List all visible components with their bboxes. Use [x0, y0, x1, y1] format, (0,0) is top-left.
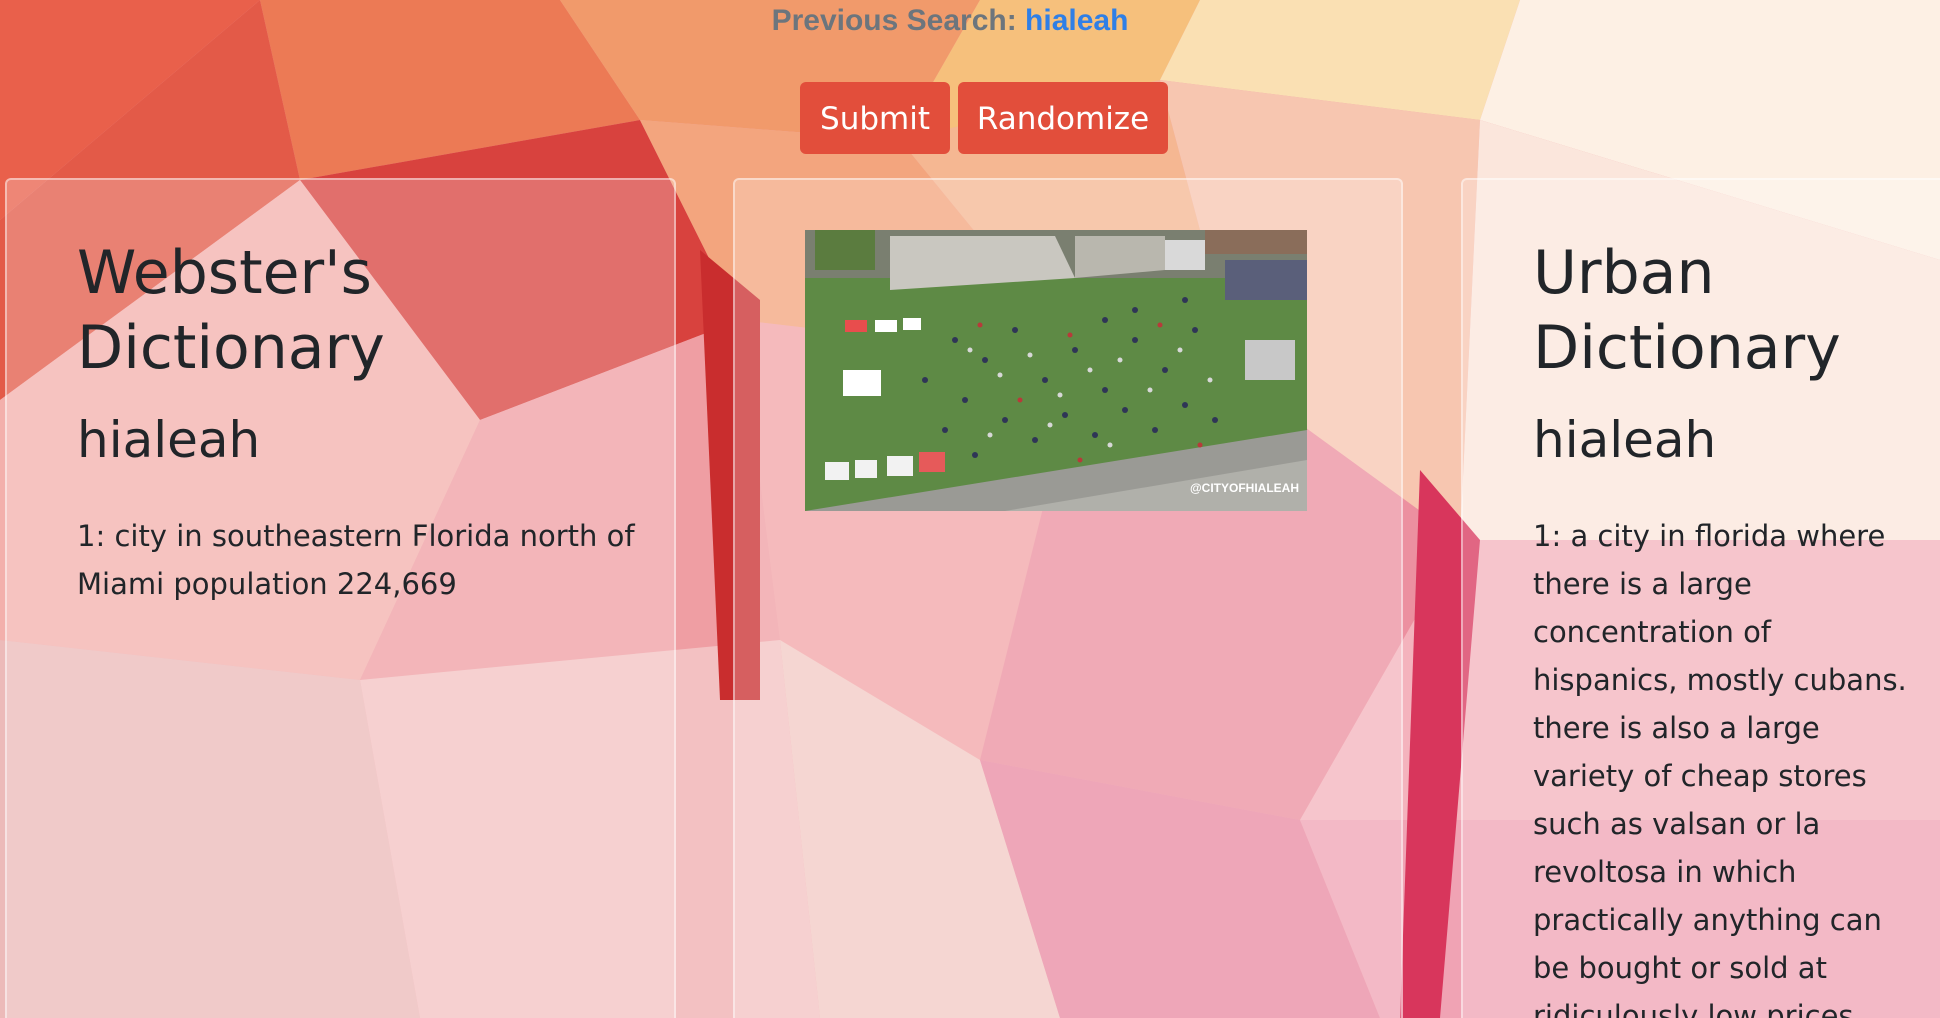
- webster-term: hialeah: [77, 411, 261, 469]
- aerial-stadium-photo[interactable]: @CITYOFHIALEAH: [805, 230, 1307, 511]
- webster-definition: 1: city in southeastern Florida north of…: [77, 519, 635, 601]
- previous-search: Previous Search: hialeah: [0, 4, 1900, 38]
- previous-search-label: Previous Search:: [771, 4, 1017, 37]
- photo-watermark: @CITYOFHIALEAH: [1190, 481, 1299, 495]
- urban-title: Urban Dictionary: [1533, 238, 1841, 383]
- webster-title: Webster's Dictionary: [77, 238, 385, 383]
- image-card: @CITYOFHIALEAH: [733, 178, 1403, 1018]
- submit-button[interactable]: Submit: [800, 82, 950, 154]
- urban-card: Urban Dictionary hialeah 1: a city in fl…: [1461, 178, 1940, 1018]
- webster-card: Webster's Dictionary hialeah 1: city in …: [5, 178, 676, 1018]
- urban-definition: 1: a city in florida where there is a la…: [1533, 519, 1907, 1018]
- randomize-button[interactable]: Randomize: [958, 82, 1168, 154]
- previous-search-link[interactable]: hialeah: [1025, 4, 1128, 37]
- urban-term: hialeah: [1533, 411, 1717, 469]
